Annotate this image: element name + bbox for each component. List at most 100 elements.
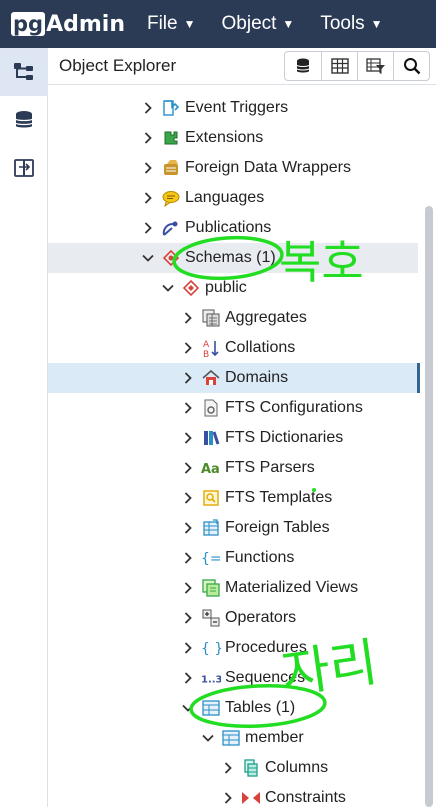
tree-item-label: Procedures: [225, 639, 307, 656]
tree-item-languages[interactable]: Languages: [48, 183, 418, 213]
object-explorer-nav-button[interactable]: [0, 48, 48, 96]
tree-item-publications[interactable]: Publications: [48, 213, 418, 243]
chevron-right-icon: [181, 363, 195, 393]
procedure-icon: { }: [201, 638, 221, 658]
tree-item-label: Operators: [225, 609, 297, 626]
fts-parser-icon: Aa: [201, 458, 221, 478]
menu-file[interactable]: File ▼: [147, 13, 196, 35]
tree-icon: [14, 63, 33, 80]
filter-rows-button[interactable]: [357, 52, 393, 80]
tree-item-label: Foreign Tables: [225, 519, 330, 536]
database-icon: [15, 111, 33, 128]
search-objects-button[interactable]: [393, 52, 429, 80]
tree-item-label: Languages: [185, 189, 265, 206]
tree-item-label: FTS Templates: [225, 489, 333, 506]
tree-item-operators[interactable]: Operators: [48, 603, 418, 633]
tree-item-procedures[interactable]: { } Procedures: [48, 633, 418, 663]
chevron-right-icon: [221, 753, 235, 783]
tree-scrollbar[interactable]: [425, 206, 433, 807]
chevron-right-icon: [181, 543, 195, 573]
tree-item-label: Sequences: [225, 669, 306, 686]
tree-item-fts-templates[interactable]: FTS Templates: [48, 483, 418, 513]
tree-item-foreign-data-wrappers[interactable]: Foreign Data Wrappers: [48, 153, 418, 183]
tree-item-label: Materialized Views: [225, 579, 359, 596]
tree-item-label: Event Triggers: [185, 99, 289, 116]
domain-icon: [201, 368, 221, 388]
tree-item-constraints[interactable]: Constraints: [48, 783, 418, 807]
tree-item-label: Collations: [225, 339, 296, 356]
menu-tools[interactable]: Tools ▼: [320, 13, 382, 35]
filter-table-icon: [365, 58, 385, 74]
pgadmin-logo[interactable]: pg Admin: [11, 12, 125, 37]
chevron-right-icon: [181, 513, 195, 543]
compare-nav-button[interactable]: [0, 144, 48, 192]
menu-object[interactable]: Object ▼: [222, 13, 295, 35]
event-trigger-icon: [161, 98, 181, 118]
chevron-down-icon: [141, 243, 155, 273]
tree-item-label: Tables (1): [225, 699, 296, 716]
chevron-right-icon: [181, 303, 195, 333]
svg-text:B: B: [203, 350, 209, 358]
fts-config-icon: [201, 398, 221, 418]
tree-item-fts-configurations[interactable]: FTS Configurations: [48, 393, 418, 423]
fts-dictionary-icon: [201, 428, 221, 448]
schema-public-icon: [181, 278, 201, 298]
fts-template-icon: [201, 488, 221, 508]
query-tool-button[interactable]: [285, 52, 321, 80]
tree-item-label: FTS Configurations: [225, 399, 363, 416]
constraint-icon: [241, 788, 261, 807]
extension-icon: [161, 128, 181, 148]
tree-item-label: Aggregates: [225, 309, 307, 326]
panel-title: Object Explorer: [59, 56, 177, 75]
svg-text:{=}: {=}: [201, 551, 221, 567]
aggregate-icon: [201, 308, 221, 328]
tree-item-public[interactable]: public: [48, 273, 418, 303]
chevron-down-icon: ▼: [282, 17, 295, 31]
tree-item-tables[interactable]: Tables (1): [48, 693, 418, 723]
database-query-icon: [296, 58, 310, 73]
object-tree: › Event Triggers Extensions Foreign Data…: [48, 85, 436, 807]
tree-item-foreign-tables[interactable]: Foreign Tables: [48, 513, 418, 543]
tree-item-fts-parsers[interactable]: Aa FTS Parsers: [48, 453, 418, 483]
chevron-down-icon: [181, 693, 195, 723]
tree-item-aggregates[interactable]: Aggregates: [48, 303, 418, 333]
tree-item-sequences[interactable]: 1..3 Sequences: [48, 663, 418, 693]
left-navigation: [0, 48, 48, 807]
tree-item-label: member: [245, 729, 304, 746]
logo-admin-text: Admin: [46, 11, 125, 37]
chevron-right-icon: [221, 783, 235, 807]
tree-item-functions[interactable]: {=} Functions: [48, 543, 418, 573]
collation-icon: AB: [201, 338, 221, 358]
chevron-right-icon: [181, 603, 195, 633]
explorer-toolbar: [284, 51, 430, 81]
grid-icon: [330, 58, 349, 74]
chevron-down-icon: [161, 273, 175, 303]
svg-text:Aa: Aa: [201, 462, 220, 477]
table-icon: [201, 698, 221, 718]
tree-item-collations[interactable]: AB Collations: [48, 333, 418, 363]
chevron-right-icon: ›: [147, 85, 161, 93]
database-nav-button[interactable]: [0, 96, 48, 144]
tree-item-materialized-views[interactable]: Materialized Views: [48, 573, 418, 603]
tree-item-extensions[interactable]: Extensions: [48, 123, 418, 153]
schema-icon: [161, 248, 181, 268]
sequence-icon: 1..3: [201, 668, 221, 688]
menu-file-label: File: [146, 13, 178, 34]
tree-item-member[interactable]: member: [48, 723, 418, 753]
tree-item-event-triggers[interactable]: Event Triggers: [48, 93, 418, 123]
tree-item-label: Constraints: [265, 789, 346, 806]
tree-item-schemas[interactable]: Schemas (1): [48, 243, 418, 273]
tree-item-fts-dictionaries[interactable]: FTS Dictionaries: [48, 423, 418, 453]
tree-item-domains[interactable]: Domains: [48, 363, 420, 393]
chevron-right-icon: [181, 333, 195, 363]
tree-item-label: Foreign Data Wrappers: [185, 159, 351, 176]
svg-text:1..3: 1..3: [201, 675, 221, 686]
foreign-table-icon: [201, 518, 221, 538]
tree-item-label: Domains: [225, 369, 289, 386]
chevron-right-icon: [181, 453, 195, 483]
fdw-icon: [161, 158, 181, 178]
tree-item-label: Columns: [265, 759, 329, 776]
tree-item-columns[interactable]: Columns: [48, 753, 418, 783]
view-data-button[interactable]: [321, 52, 357, 80]
chevron-right-icon: [141, 183, 155, 213]
